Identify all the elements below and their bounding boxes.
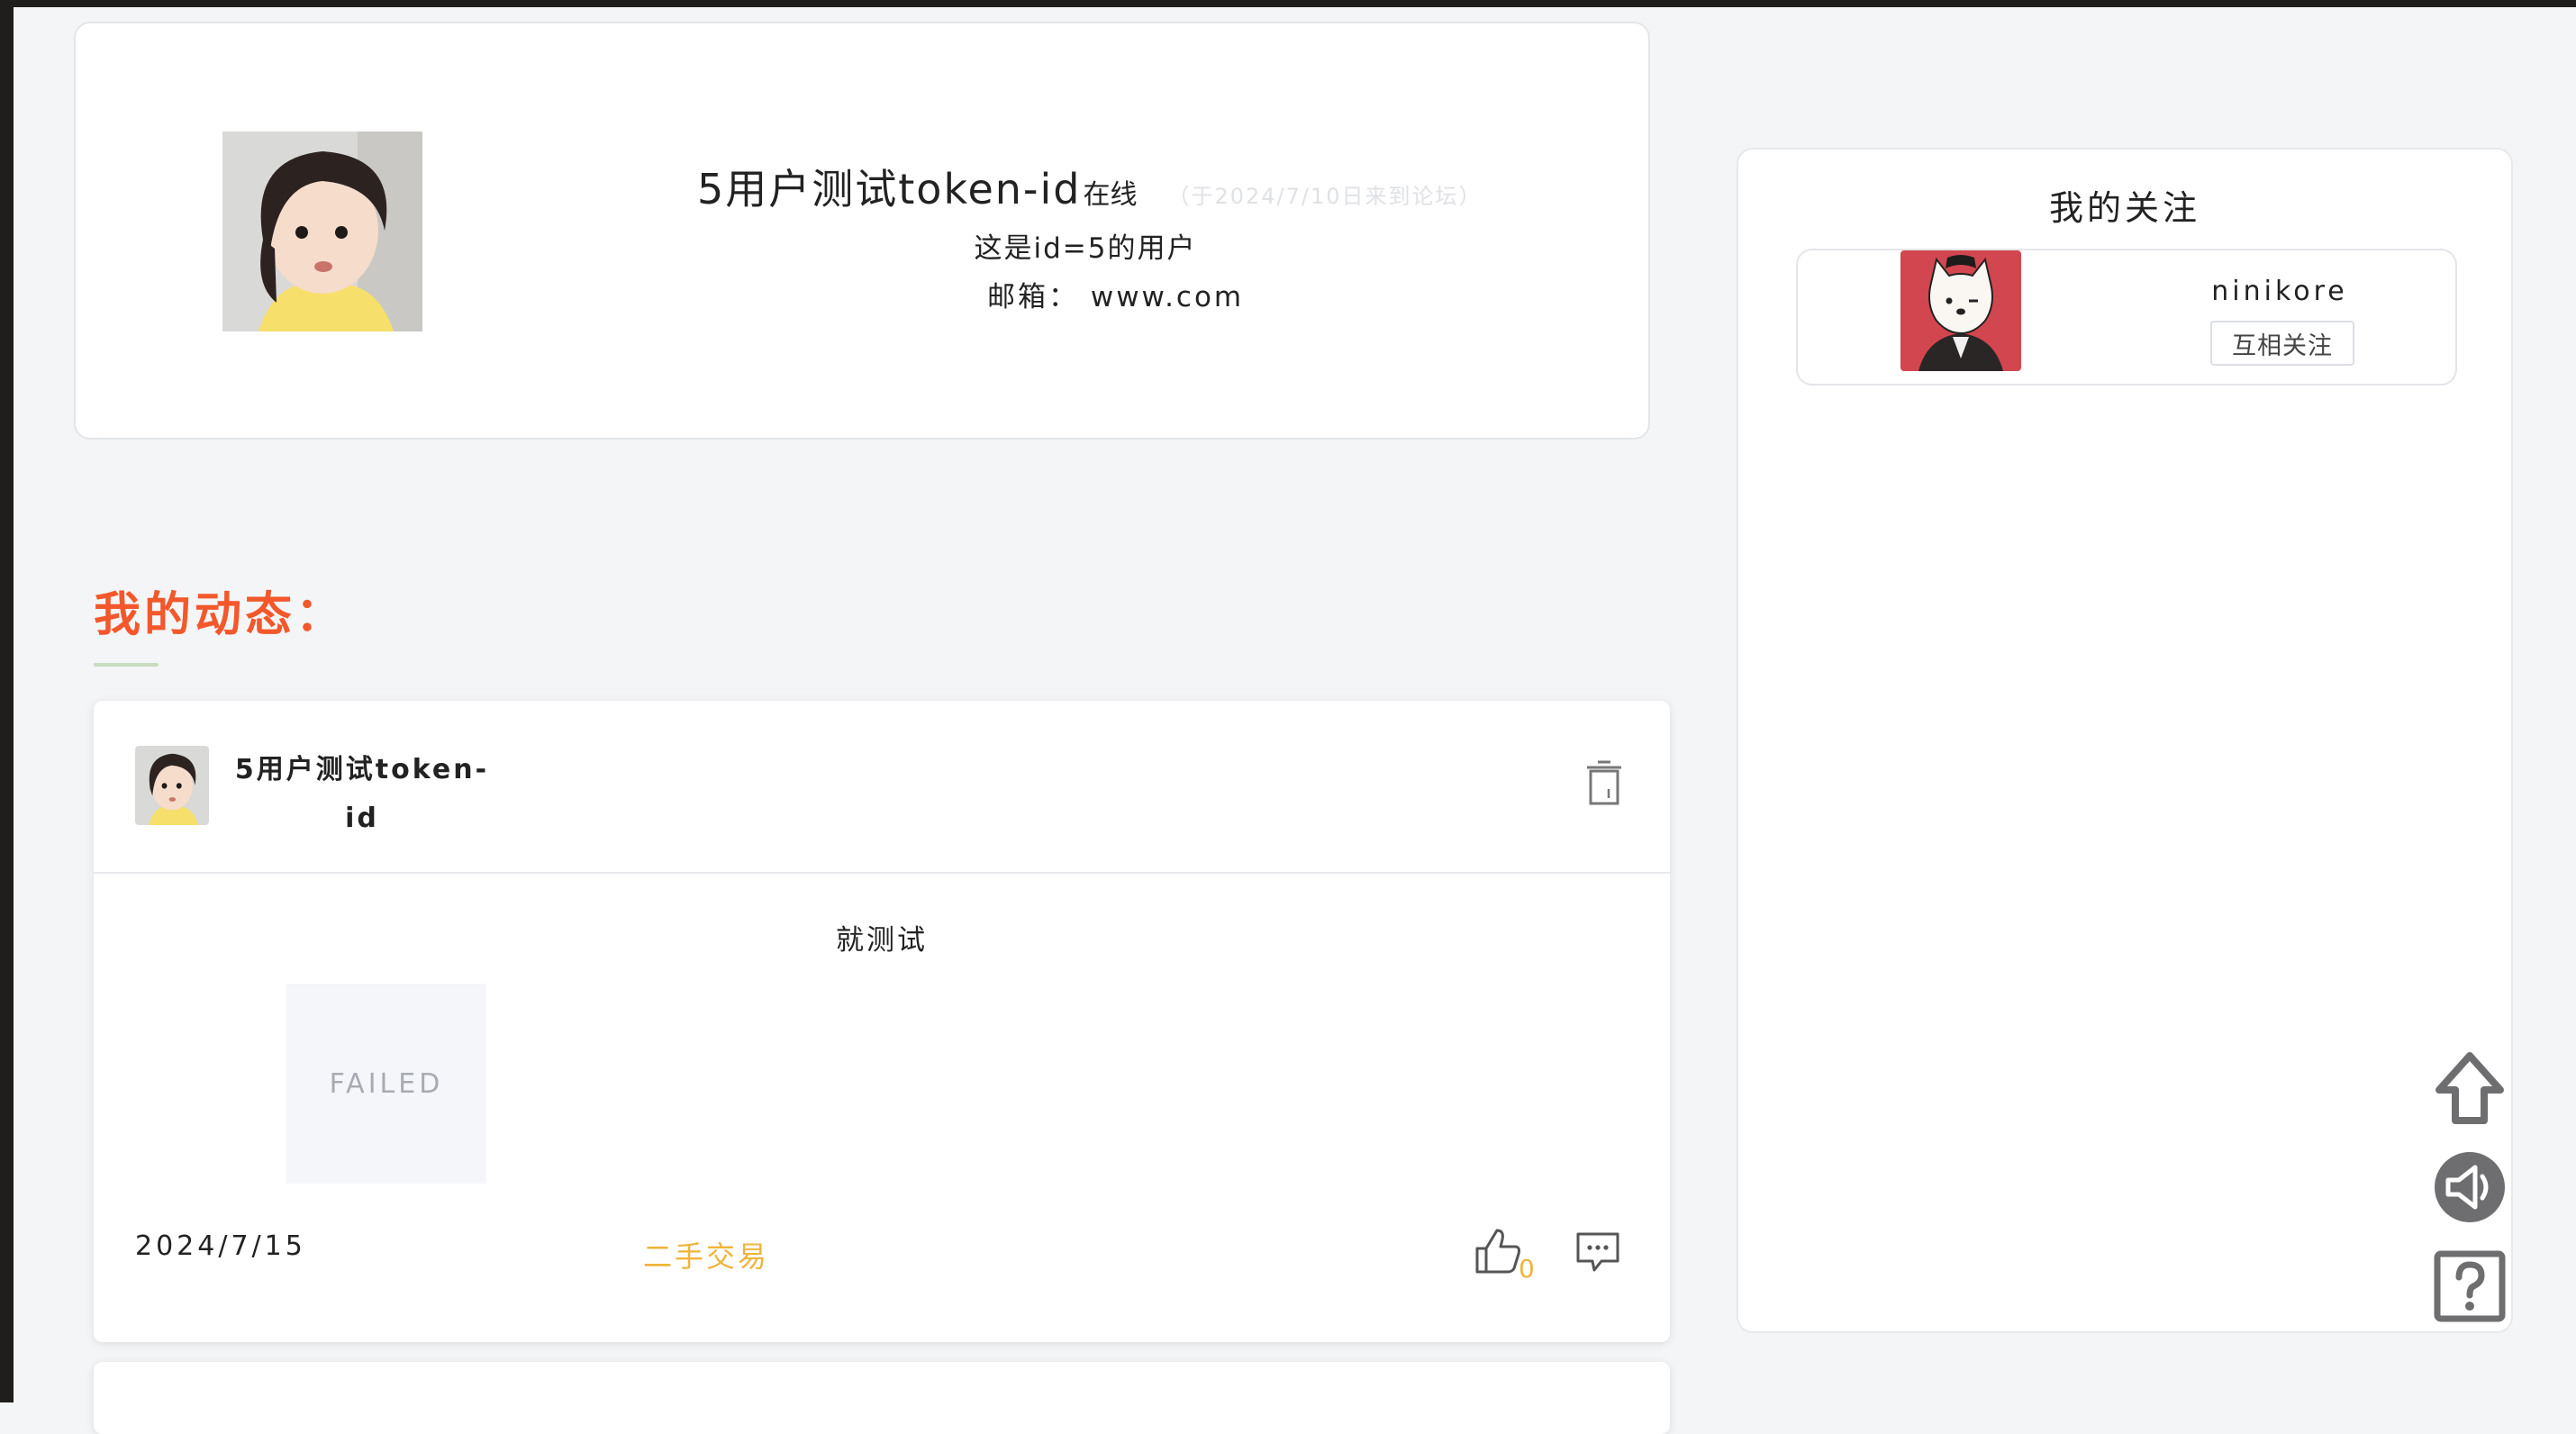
post-card xyxy=(94,1362,1670,1434)
trash-icon[interactable] xyxy=(1583,760,1625,805)
post-author-name[interactable]: 5用户测试token-id xyxy=(227,746,497,843)
profile-card: 5用户测试token-id在线 （于2024/7/10日来到论坛） 这是id=5的… xyxy=(74,22,1650,440)
following-item[interactable]: ninikore 互相关注 xyxy=(1796,249,2457,386)
comment-icon[interactable] xyxy=(1574,1230,1621,1274)
like-count: 0 xyxy=(1519,1254,1535,1284)
section-title-my-posts: 我的动态： xyxy=(94,588,347,642)
profile-description: 这是id=5的用户 xyxy=(974,232,1197,265)
post-card: 5用户测试token-id 就测试 FAILED 2024/7/15 二手交易 … xyxy=(94,701,1670,1342)
post-author-avatar[interactable] xyxy=(135,746,209,825)
post-image-placeholder[interactable]: FAILED xyxy=(286,984,486,1184)
following-username[interactable]: ninikore xyxy=(2167,276,2392,307)
post-date: 2024/7/15 xyxy=(135,1230,306,1262)
browser-left-edge xyxy=(0,0,14,1402)
post-content: 就测试 xyxy=(836,924,928,957)
following-title: 我的关注 xyxy=(2048,188,2200,228)
question-icon[interactable] xyxy=(2432,1248,2508,1324)
following-avatar[interactable] xyxy=(1900,250,2021,371)
browser-top-edge xyxy=(0,0,2576,7)
thumbs-up-icon[interactable] xyxy=(1472,1227,1524,1275)
online-status: 在线 xyxy=(1083,179,1138,211)
profile-email: 邮箱： www.com xyxy=(987,281,1245,313)
image-failed-label: FAILED xyxy=(329,1067,444,1100)
following-panel: 我的关注 ninikore 互相关注 xyxy=(1737,148,2513,1333)
joined-date-note: （于2024/7/10日来到论坛） xyxy=(1167,184,1483,209)
arrow-up-icon[interactable] xyxy=(2432,1050,2508,1126)
profile-name-line: 5用户测试token-id在线 （于2024/7/10日来到论坛） xyxy=(697,157,1483,216)
section-underline xyxy=(94,663,159,667)
post-header: 5用户测试token-id xyxy=(94,701,1670,874)
speaker-icon[interactable] xyxy=(2432,1149,2508,1225)
profile-name: 5用户测试token-id xyxy=(697,165,1082,213)
post-category-tag[interactable]: 二手交易 xyxy=(643,1234,769,1275)
mutual-follow-button[interactable]: 互相关注 xyxy=(2210,321,2354,366)
